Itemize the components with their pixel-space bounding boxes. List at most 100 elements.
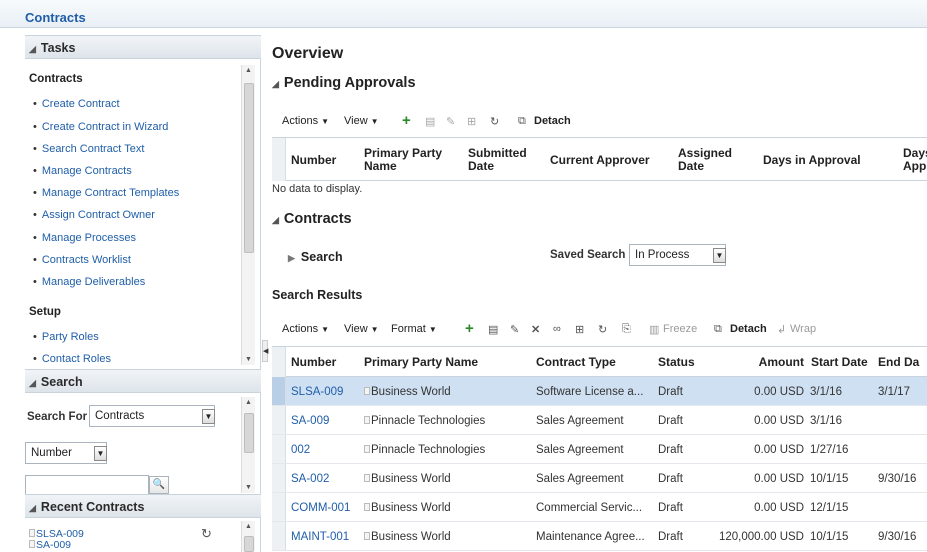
actions-menu[interactable]: Actions ▼: [282, 115, 329, 127]
collapse-left-arrow-icon[interactable]: ◀: [263, 347, 268, 355]
task-search-contract-text[interactable]: Search Contract Text: [33, 143, 145, 155]
scrollbar-thumb[interactable]: [244, 83, 254, 253]
col-start-date[interactable]: Start Date: [811, 356, 868, 369]
panel-splitter[interactable]: ◀: [262, 340, 268, 362]
tasks-panel-header[interactable]: ◢ Tasks: [25, 35, 261, 59]
pencil-icon[interactable]: ✎: [446, 115, 455, 128]
search-disclosure[interactable]: ▶ Search: [288, 250, 343, 264]
col-status[interactable]: Status: [658, 356, 695, 369]
refresh-icon[interactable]: ↻: [490, 115, 499, 128]
scrollbar-thumb[interactable]: [244, 413, 254, 453]
scrollbar-thumb[interactable]: [244, 536, 254, 552]
delete-x-icon[interactable]: ✕: [531, 323, 540, 336]
scroll-down-arrow-icon[interactable]: ▼: [245, 484, 252, 491]
saved-search-select[interactable]: In Process ▼: [629, 244, 726, 266]
columns-icon[interactable]: ⊞: [575, 323, 584, 336]
task-manage-contract-templates[interactable]: Manage Contract Templates: [33, 187, 179, 199]
detach-button[interactable]: Detach: [730, 323, 767, 335]
view-menu[interactable]: View ▼: [344, 115, 379, 127]
detach-icon[interactable]: ⧉: [518, 115, 526, 128]
tasks-scrollbar[interactable]: ▲ ▼: [241, 65, 255, 365]
freeze-icon[interactable]: ▥: [649, 323, 659, 336]
search-panel-header[interactable]: ◢ Search: [25, 369, 261, 393]
task-contact-roles[interactable]: Contact Roles: [33, 353, 111, 365]
recent-contracts-header[interactable]: ◢ Recent Contracts: [25, 494, 261, 518]
search-field-select[interactable]: Number ▼: [25, 442, 107, 464]
glasses-icon[interactable]: ∞: [553, 323, 561, 335]
row-selector[interactable]: [272, 493, 286, 521]
columns-icon[interactable]: ⊞: [467, 115, 476, 128]
refresh-icon[interactable]: ↻: [201, 526, 212, 542]
row-selector[interactable]: [272, 435, 286, 463]
edit-form-icon[interactable]: ▤: [488, 323, 498, 336]
cell-number[interactable]: SA-009: [291, 415, 329, 427]
table-row[interactable]: SLSA-009 Business World Software License a…: [272, 377, 927, 406]
add-icon[interactable]: +: [465, 320, 474, 337]
recent-scrollbar[interactable]: ▲: [241, 521, 255, 552]
cell-number[interactable]: SA-002: [291, 473, 329, 485]
refresh-icon[interactable]: ↻: [598, 323, 607, 336]
row-selector[interactable]: [272, 377, 286, 405]
chevron-down-icon[interactable]: ▼: [94, 446, 107, 461]
no-data-message: No data to display.: [272, 183, 363, 195]
col-number[interactable]: Number: [291, 154, 336, 167]
task-contracts-worklist[interactable]: Contracts Worklist: [33, 254, 131, 266]
pending-approvals-header[interactable]: ◢ Pending Approvals: [272, 75, 416, 91]
search-scrollbar[interactable]: ▲ ▼: [241, 397, 255, 493]
col-submitted-date[interactable]: Submitted Date: [468, 147, 538, 173]
col-end-date[interactable]: End Da: [878, 356, 919, 369]
cell-number[interactable]: SLSA-009: [291, 386, 343, 398]
scroll-up-arrow-icon[interactable]: ▲: [245, 67, 252, 74]
task-manage-processes[interactable]: Manage Processes: [33, 232, 136, 244]
cell-number[interactable]: 002: [291, 444, 310, 456]
col-primary-party-name[interactable]: Primary Party Name: [364, 147, 454, 173]
chevron-down-icon[interactable]: ▼: [713, 248, 726, 263]
task-create-contract-wizard[interactable]: Create Contract in Wizard: [33, 121, 169, 133]
task-manage-contracts[interactable]: Manage Contracts: [33, 165, 132, 177]
search-for-select[interactable]: Contracts ▼: [89, 405, 215, 427]
pencil-icon[interactable]: ✎: [510, 323, 519, 336]
row-selector[interactable]: [272, 406, 286, 434]
table-row[interactable]: SA-009 Pinnacle Technologies Sales Agreeme…: [272, 406, 927, 435]
col-days-appr[interactable]: DaysAppr: [903, 147, 927, 173]
format-menu[interactable]: Format ▼: [391, 323, 437, 335]
table-row[interactable]: 002 Pinnacle Technologies Sales Agreement D…: [272, 435, 927, 464]
scroll-up-arrow-icon[interactable]: ▲: [245, 399, 252, 406]
task-party-roles[interactable]: Party Roles: [33, 331, 99, 343]
freeze-button[interactable]: Freeze: [663, 323, 697, 335]
contracts-section-header[interactable]: ◢ Contracts: [272, 211, 352, 227]
detach-button[interactable]: Detach: [534, 115, 571, 127]
col-number[interactable]: Number: [291, 356, 336, 369]
wrap-icon[interactable]: ↲: [777, 323, 786, 336]
actions-menu[interactable]: Actions ▼: [282, 323, 329, 335]
detach-icon[interactable]: ⧉: [714, 323, 722, 336]
view-menu[interactable]: View ▼: [344, 323, 379, 335]
cell-start-date: 12/1/15: [810, 502, 849, 514]
search-icon[interactable]: 🔍: [149, 476, 169, 494]
col-primary-party-name[interactable]: Primary Party Name: [364, 356, 478, 369]
row-selector[interactable]: [272, 464, 286, 492]
col-assigned-date[interactable]: Assigned Date: [678, 147, 738, 173]
task-create-contract[interactable]: Create Contract: [33, 98, 120, 110]
scroll-down-arrow-icon[interactable]: ▼: [245, 356, 252, 363]
table-row[interactable]: MAINT-001 Business World Maintenance Agree…: [272, 522, 927, 551]
scroll-up-arrow-icon[interactable]: ▲: [245, 523, 252, 530]
add-icon[interactable]: +: [402, 112, 411, 129]
search-input[interactable]: [25, 475, 149, 495]
col-days-in-approval[interactable]: Days in Approval: [763, 154, 861, 167]
export-icon[interactable]: ⎘: [622, 323, 631, 336]
col-contract-type[interactable]: Contract Type: [536, 356, 616, 369]
task-manage-deliverables[interactable]: Manage Deliverables: [33, 276, 145, 288]
cell-number[interactable]: COMM-001: [291, 502, 350, 514]
col-amount[interactable]: Amount: [754, 356, 804, 369]
wrap-button[interactable]: Wrap: [790, 323, 816, 335]
recent-item[interactable]: SA-009: [29, 540, 71, 551]
edit-form-icon[interactable]: ▤: [425, 115, 435, 128]
cell-number[interactable]: MAINT-001: [291, 531, 349, 543]
task-assign-contract-owner[interactable]: Assign Contract Owner: [33, 209, 155, 221]
col-current-approver[interactable]: Current Approver: [550, 154, 650, 167]
chevron-down-icon[interactable]: ▼: [202, 409, 215, 424]
row-selector[interactable]: [272, 522, 286, 550]
table-row[interactable]: SA-002 Business World Sales Agreement Draft…: [272, 464, 927, 493]
table-row[interactable]: COMM-001 Business World Commercial Servic.…: [272, 493, 927, 522]
